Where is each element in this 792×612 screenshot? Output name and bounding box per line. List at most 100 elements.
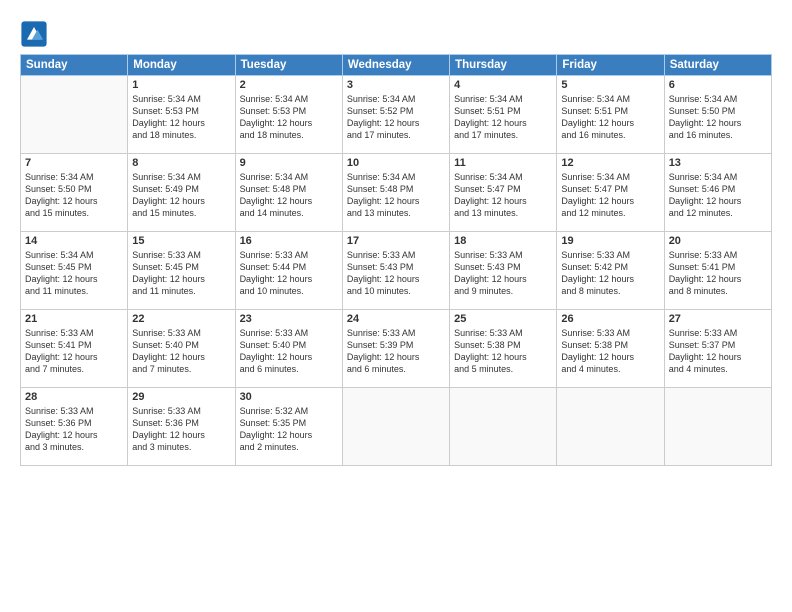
calendar-cell: 4 Sunrise: 5:34 AMSunset: 5:51 PMDaylight… <box>450 76 557 154</box>
day-number: 27 <box>669 313 767 325</box>
calendar-cell: 2 Sunrise: 5:34 AMSunset: 5:53 PMDaylight… <box>235 76 342 154</box>
day-number: 15 <box>132 235 230 247</box>
day-number: 17 <box>347 235 445 247</box>
day-info: Sunrise: 5:33 AMSunset: 5:40 PMDaylight:… <box>132 327 230 376</box>
calendar-cell: 26 Sunrise: 5:33 AMSunset: 5:38 PMDayligh… <box>557 310 664 388</box>
calendar-cell: 20Sunrise: 5:33 AMSunset: 5:41 PMDayligh… <box>664 232 771 310</box>
day-number: 7 <box>25 157 123 169</box>
day-info: Sunrise: 5:34 AMSunset: 5:46 PMDaylight:… <box>669 171 767 220</box>
day-info: Sunrise: 5:32 AMSunset: 5:35 PMDaylight:… <box>240 405 338 454</box>
day-number: 23 <box>240 313 338 325</box>
day-number: 6 <box>669 79 767 91</box>
day-info: Sunrise: 5:33 AMSunset: 5:41 PMDaylight:… <box>669 249 767 298</box>
calendar-cell: 30Sunrise: 5:32 AMSunset: 5:35 PMDayligh… <box>235 388 342 466</box>
day-info: Sunrise: 5:34 AMSunset: 5:48 PMDaylight:… <box>240 171 338 220</box>
weekday-header-sunday: Sunday <box>21 55 128 76</box>
calendar-cell: 15 Sunrise: 5:33 AMSunset: 5:45 PMDayligh… <box>128 232 235 310</box>
week-row-5: 28 Sunrise: 5:33 AMSunset: 5:36 PMDayligh… <box>21 388 772 466</box>
day-info: Sunrise: 5:34 AMSunset: 5:50 PMDaylight:… <box>25 171 123 220</box>
weekday-header-tuesday: Tuesday <box>235 55 342 76</box>
calendar-cell: 18 Sunrise: 5:33 AMSunset: 5:43 PMDayligh… <box>450 232 557 310</box>
calendar-cell: 29 Sunrise: 5:33 AMSunset: 5:36 PMDayligh… <box>128 388 235 466</box>
calendar-cell: 5 Sunrise: 5:34 AMSunset: 5:51 PMDaylight… <box>557 76 664 154</box>
day-number: 24 <box>347 313 445 325</box>
calendar-cell <box>557 388 664 466</box>
calendar-cell <box>450 388 557 466</box>
calendar-cell: 24 Sunrise: 5:33 AMSunset: 5:39 PMDayligh… <box>342 310 449 388</box>
day-number: 26 <box>561 313 659 325</box>
day-info: Sunrise: 5:34 AMSunset: 5:47 PMDaylight:… <box>454 171 552 220</box>
calendar: SundayMondayTuesdayWednesdayThursdayFrid… <box>20 54 772 466</box>
day-info: Sunrise: 5:33 AMSunset: 5:38 PMDaylight:… <box>561 327 659 376</box>
day-info: Sunrise: 5:33 AMSunset: 5:39 PMDaylight:… <box>347 327 445 376</box>
calendar-cell: 13 Sunrise: 5:34 AMSunset: 5:46 PMDayligh… <box>664 154 771 232</box>
day-number: 18 <box>454 235 552 247</box>
day-number: 29 <box>132 391 230 403</box>
week-row-1: 1 Sunrise: 5:34 AMSunset: 5:53 PMDaylight… <box>21 76 772 154</box>
day-number: 22 <box>132 313 230 325</box>
day-number: 28 <box>25 391 123 403</box>
day-number: 5 <box>561 79 659 91</box>
day-info: Sunrise: 5:34 AMSunset: 5:48 PMDaylight:… <box>347 171 445 220</box>
day-number: 3 <box>347 79 445 91</box>
calendar-cell: 9 Sunrise: 5:34 AMSunset: 5:48 PMDaylight… <box>235 154 342 232</box>
day-number: 19 <box>561 235 659 247</box>
day-number: 14 <box>25 235 123 247</box>
weekday-header-thursday: Thursday <box>450 55 557 76</box>
calendar-cell: 8 Sunrise: 5:34 AMSunset: 5:49 PMDaylight… <box>128 154 235 232</box>
calendar-cell: 3 Sunrise: 5:34 AMSunset: 5:52 PMDaylight… <box>342 76 449 154</box>
calendar-cell: 7 Sunrise: 5:34 AMSunset: 5:50 PMDaylight… <box>21 154 128 232</box>
day-info: Sunrise: 5:33 AMSunset: 5:44 PMDaylight:… <box>240 249 338 298</box>
calendar-cell: 25Sunrise: 5:33 AMSunset: 5:38 PMDayligh… <box>450 310 557 388</box>
calendar-cell: 19Sunrise: 5:33 AMSunset: 5:42 PMDayligh… <box>557 232 664 310</box>
day-info: Sunrise: 5:33 AMSunset: 5:40 PMDaylight:… <box>240 327 338 376</box>
day-info: Sunrise: 5:33 AMSunset: 5:43 PMDaylight:… <box>454 249 552 298</box>
calendar-cell: 23 Sunrise: 5:33 AMSunset: 5:40 PMDayligh… <box>235 310 342 388</box>
day-info: Sunrise: 5:34 AMSunset: 5:49 PMDaylight:… <box>132 171 230 220</box>
day-number: 21 <box>25 313 123 325</box>
day-number: 12 <box>561 157 659 169</box>
day-info: Sunrise: 5:34 AMSunset: 5:53 PMDaylight:… <box>240 93 338 142</box>
calendar-cell <box>21 76 128 154</box>
calendar-cell <box>342 388 449 466</box>
calendar-cell: 10 Sunrise: 5:34 AMSunset: 5:48 PMDayligh… <box>342 154 449 232</box>
day-info: Sunrise: 5:34 AMSunset: 5:45 PMDaylight:… <box>25 249 123 298</box>
calendar-cell: 28Sunrise: 5:33 AMSunset: 5:36 PMDayligh… <box>21 388 128 466</box>
weekday-header-wednesday: Wednesday <box>342 55 449 76</box>
day-info: Sunrise: 5:34 AMSunset: 5:53 PMDaylight:… <box>132 93 230 142</box>
week-row-4: 21 Sunrise: 5:33 AMSunset: 5:41 PMDayligh… <box>21 310 772 388</box>
day-number: 25 <box>454 313 552 325</box>
calendar-cell <box>664 388 771 466</box>
day-number: 8 <box>132 157 230 169</box>
day-number: 11 <box>454 157 552 169</box>
day-info: Sunrise: 5:34 AMSunset: 5:52 PMDaylight:… <box>347 93 445 142</box>
day-info: Sunrise: 5:33 AMSunset: 5:43 PMDaylight:… <box>347 249 445 298</box>
day-number: 9 <box>240 157 338 169</box>
calendar-cell: 27 Sunrise: 5:33 AMSunset: 5:37 PMDayligh… <box>664 310 771 388</box>
day-info: Sunrise: 5:34 AMSunset: 5:50 PMDaylight:… <box>669 93 767 142</box>
calendar-cell: 12Sunrise: 5:34 AMSunset: 5:47 PMDayligh… <box>557 154 664 232</box>
day-number: 16 <box>240 235 338 247</box>
calendar-cell: 21 Sunrise: 5:33 AMSunset: 5:41 PMDayligh… <box>21 310 128 388</box>
day-number: 13 <box>669 157 767 169</box>
day-number: 4 <box>454 79 552 91</box>
week-row-2: 7 Sunrise: 5:34 AMSunset: 5:50 PMDaylight… <box>21 154 772 232</box>
day-info: Sunrise: 5:33 AMSunset: 5:41 PMDaylight:… <box>25 327 123 376</box>
day-info: Sunrise: 5:33 AMSunset: 5:45 PMDaylight:… <box>132 249 230 298</box>
week-row-3: 14 Sunrise: 5:34 AMSunset: 5:45 PMDayligh… <box>21 232 772 310</box>
day-number: 1 <box>132 79 230 91</box>
calendar-cell: 14 Sunrise: 5:34 AMSunset: 5:45 PMDayligh… <box>21 232 128 310</box>
calendar-cell: 22 Sunrise: 5:33 AMSunset: 5:40 PMDayligh… <box>128 310 235 388</box>
day-number: 2 <box>240 79 338 91</box>
day-info: Sunrise: 5:34 AMSunset: 5:51 PMDaylight:… <box>454 93 552 142</box>
day-info: Sunrise: 5:33 AMSunset: 5:37 PMDaylight:… <box>669 327 767 376</box>
calendar-cell: 17 Sunrise: 5:33 AMSunset: 5:43 PMDayligh… <box>342 232 449 310</box>
day-number: 10 <box>347 157 445 169</box>
weekday-header-friday: Friday <box>557 55 664 76</box>
weekday-header-saturday: Saturday <box>664 55 771 76</box>
calendar-cell: 16 Sunrise: 5:33 AMSunset: 5:44 PMDayligh… <box>235 232 342 310</box>
day-info: Sunrise: 5:34 AMSunset: 5:51 PMDaylight:… <box>561 93 659 142</box>
calendar-cell: 6 Sunrise: 5:34 AMSunset: 5:50 PMDaylight… <box>664 76 771 154</box>
day-info: Sunrise: 5:33 AMSunset: 5:36 PMDaylight:… <box>132 405 230 454</box>
calendar-cell: 1 Sunrise: 5:34 AMSunset: 5:53 PMDaylight… <box>128 76 235 154</box>
